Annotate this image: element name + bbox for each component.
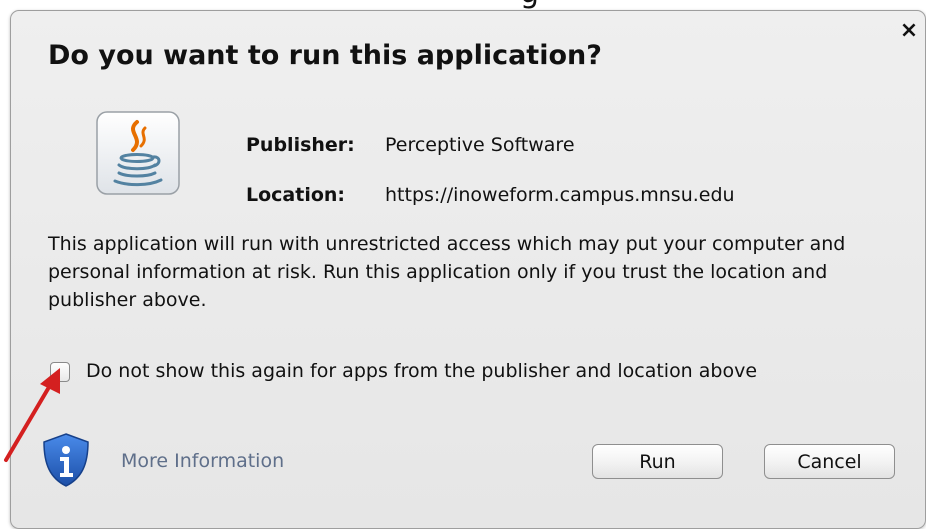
page: g × Do you want to run this application?… bbox=[0, 0, 926, 529]
location-value: https://inoweform.campus.mnsu.edu bbox=[385, 184, 735, 206]
info-shield-icon bbox=[43, 433, 89, 487]
security-warning-text: This application will run with unrestric… bbox=[48, 233, 846, 311]
run-button[interactable]: Run bbox=[592, 444, 723, 479]
publisher-value: Perceptive Software bbox=[385, 134, 575, 156]
java-coffee-cup-icon bbox=[96, 111, 180, 195]
close-icon[interactable]: × bbox=[898, 20, 920, 42]
more-information-link[interactable]: More Information bbox=[121, 450, 284, 472]
dialog-title: Do you want to run this application? bbox=[48, 40, 602, 71]
do-not-show-again-label[interactable]: Do not show this again for apps from the… bbox=[86, 360, 757, 382]
cancel-button[interactable]: Cancel bbox=[764, 444, 895, 479]
publisher-label: Publisher: bbox=[246, 134, 355, 156]
location-label: Location: bbox=[246, 184, 346, 206]
background-cutoff-text: g bbox=[520, 0, 539, 8]
